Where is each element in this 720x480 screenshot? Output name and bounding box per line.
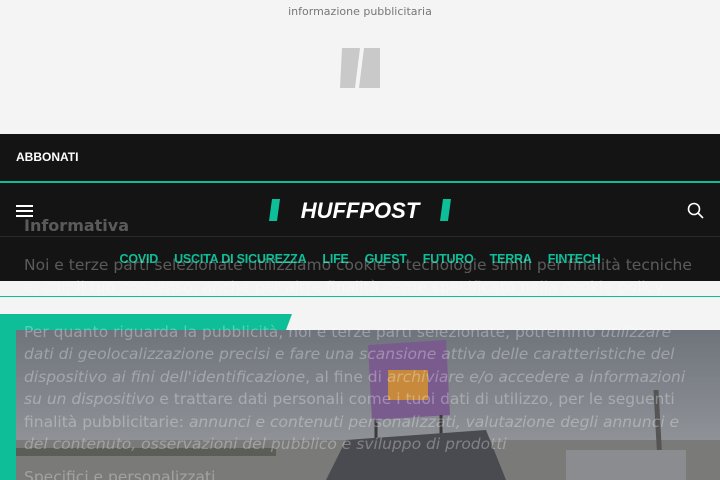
ad-label: informazione pubblicitaria: [288, 5, 432, 18]
top-bar: ABBONATI: [0, 134, 720, 181]
search-icon[interactable]: [686, 201, 706, 221]
nav-item-uscita-di-sicurezza[interactable]: USCITA DI SICUREZZA: [174, 252, 307, 266]
nav-item-guest[interactable]: GUEST: [365, 252, 407, 266]
teal-rule: [0, 296, 720, 297]
nav-item-covid[interactable]: COVID: [120, 252, 159, 266]
hero-image[interactable]: [16, 330, 720, 480]
huffpost-slash-logo-icon: [340, 48, 380, 88]
main-navbar: HUFFPOST: [0, 183, 720, 237]
nav-item-life[interactable]: LIFE: [322, 252, 348, 266]
huffpost-logo[interactable]: HUFFPOST: [269, 199, 451, 221]
ad-slot: informazione pubblicitaria: [0, 0, 720, 134]
section-nav: COVID USCITA DI SICUREZZA LIFE GUEST FUT…: [0, 237, 720, 281]
logo-text: HUFFPOST: [301, 199, 421, 221]
nav-item-terra[interactable]: TERRA: [490, 252, 532, 266]
nav-item-fintech[interactable]: FINTECH: [548, 252, 601, 266]
subscribe-link[interactable]: ABBONATI: [16, 150, 78, 164]
hamburger-icon[interactable]: [16, 205, 33, 217]
nav-item-futuro[interactable]: FUTURO: [423, 252, 474, 266]
